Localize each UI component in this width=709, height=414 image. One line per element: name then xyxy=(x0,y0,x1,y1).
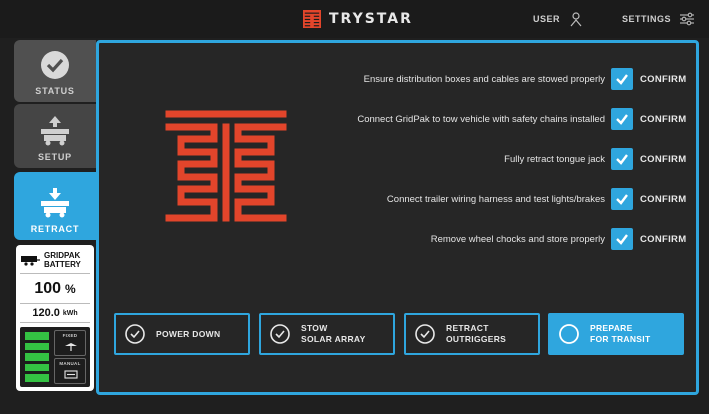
sidebar-item-label: RETRACT xyxy=(30,224,80,234)
checklist-item-text: Ensure distribution boxes and cables are… xyxy=(363,73,605,85)
gridpak-trailer-icon xyxy=(21,256,40,266)
confirm-label: CONFIRM xyxy=(640,153,687,165)
checklist-item: Ensure distribution boxes and cables are… xyxy=(364,68,693,90)
check-circle-icon xyxy=(41,51,69,79)
battery-level-bar xyxy=(25,363,49,372)
battery-energy-value: 120.0 xyxy=(32,307,60,319)
battery-percent: 100 % xyxy=(20,273,90,303)
confirm-checkbox[interactable] xyxy=(611,68,633,90)
checklist-item: Connect GridPak to tow vehicle with safe… xyxy=(357,108,693,130)
step-label: RETRACT OUTRIGGERS xyxy=(446,323,506,345)
mode-manual[interactable]: MANUAL xyxy=(54,358,86,384)
battery-level-bar xyxy=(25,332,49,340)
manual-mode-icon xyxy=(64,370,78,379)
top-right-controls: USER SETTINGS xyxy=(533,11,695,27)
checklist-item: Connect trailer wiring harness and test … xyxy=(387,188,693,210)
step-label-line2: OUTRIGGERS xyxy=(446,334,507,344)
brand-name: TRYSTAR xyxy=(329,11,413,27)
fixed-mount-icon xyxy=(65,343,77,351)
mode-label: FIXED xyxy=(62,333,78,338)
settings-label[interactable]: SETTINGS xyxy=(622,14,671,24)
user-label[interactable]: USER xyxy=(533,14,560,24)
battery-title: GRIDPAK BATTERY xyxy=(44,251,81,269)
battery-level-bars xyxy=(25,332,49,382)
retract-outriggers-button[interactable]: RETRACT OUTRIGGERS xyxy=(404,313,540,355)
sidebar-item-setup[interactable]: SETUP xyxy=(14,104,96,168)
battery-status-panel: FIXED MANUAL xyxy=(20,327,90,387)
battery-level-bar xyxy=(25,353,49,361)
battery-energy-unit: kWh xyxy=(62,309,78,317)
setup-trailer-icon xyxy=(41,116,69,146)
confirm-label: CONFIRM xyxy=(640,113,687,125)
user-icon[interactable] xyxy=(568,11,584,27)
sidebar: STATUS SETUP RETRACT GRIDPAK BATTERY 100… xyxy=(14,40,96,395)
step-label-line1: STOW xyxy=(301,323,328,333)
stow-solar-array-button[interactable]: STOW SOLAR ARRAY xyxy=(259,313,395,355)
battery-title-line1: GRIDPAK xyxy=(44,251,81,260)
confirm-checkbox[interactable] xyxy=(611,108,633,130)
trystar-logo-icon xyxy=(303,10,321,28)
retract-trailer-icon xyxy=(41,188,69,218)
battery-level-bar xyxy=(25,342,49,351)
sidebar-item-retract[interactable]: RETRACT xyxy=(14,172,96,240)
confirm-checkbox[interactable] xyxy=(611,228,633,250)
battery-percent-unit: % xyxy=(65,281,76,296)
prepare-for-transit-button[interactable]: PREPARE FOR TRANSIT xyxy=(548,313,684,355)
brand: TRYSTAR xyxy=(303,9,413,29)
sidebar-item-label: SETUP xyxy=(37,152,72,162)
checklist-item-text: Connect trailer wiring harness and test … xyxy=(386,193,605,205)
retract-steps: POWER DOWN STOW SOLAR ARRAY RETRACT OUTR… xyxy=(114,313,689,355)
checklist-item-text: Connect GridPak to tow vehicle with safe… xyxy=(357,113,605,125)
check-circle-outline-icon xyxy=(125,324,145,344)
confirm-label: CONFIRM xyxy=(640,73,687,85)
checklist-item: Fully retract tongue jack CONFIRM xyxy=(504,148,693,170)
battery-title-line2: BATTERY xyxy=(44,260,81,269)
step-label-line1: RETRACT xyxy=(446,323,489,333)
step-label: PREPARE FOR TRANSIT xyxy=(590,323,650,345)
battery-level-bar xyxy=(25,374,49,382)
mode-fixed[interactable]: FIXED xyxy=(54,330,86,356)
step-label: STOW SOLAR ARRAY xyxy=(301,323,366,345)
checkmark-icon xyxy=(616,194,628,205)
retract-panel: Ensure distribution boxes and cables are… xyxy=(96,40,699,395)
battery-energy: 120.0 kWh xyxy=(20,303,90,323)
step-label: POWER DOWN xyxy=(156,329,220,340)
confirm-checkbox[interactable] xyxy=(611,148,633,170)
sidebar-item-status[interactable]: STATUS xyxy=(14,40,96,102)
confirm-label: CONFIRM xyxy=(640,233,687,245)
step-label-line2: FOR TRANSIT xyxy=(590,334,651,344)
checkmark-icon xyxy=(616,154,628,165)
checkmark-icon xyxy=(616,234,628,245)
sidebar-item-label: STATUS xyxy=(35,86,75,96)
empty-circle-icon xyxy=(559,324,579,344)
step-label-line1: PREPARE xyxy=(590,323,633,333)
step-label-line1: POWER DOWN xyxy=(156,328,221,339)
check-circle-outline-icon xyxy=(415,324,435,344)
app-screen: TRYSTAR USER SETTINGS STATUS SETUP RETRA… xyxy=(0,0,709,414)
battery-percent-value: 100 xyxy=(34,279,62,297)
confirm-checkbox[interactable] xyxy=(611,188,633,210)
power-down-button[interactable]: POWER DOWN xyxy=(114,313,250,355)
sliders-icon[interactable] xyxy=(679,11,695,27)
step-label-line2: SOLAR ARRAY xyxy=(301,334,366,344)
trystar-large-logo-icon xyxy=(165,110,287,222)
battery-header: GRIDPAK BATTERY xyxy=(16,245,94,271)
checkmark-icon xyxy=(616,74,628,85)
checkmark-icon xyxy=(616,114,628,125)
check-circle-outline-icon xyxy=(270,324,290,344)
checklist-item-text: Remove wheel chocks and store properly xyxy=(430,233,605,245)
confirm-label: CONFIRM xyxy=(640,193,687,205)
checklist-item-text: Fully retract tongue jack xyxy=(504,153,605,165)
mode-label: MANUAL xyxy=(59,361,81,366)
checklist-item: Remove wheel chocks and store properly C… xyxy=(431,228,693,250)
top-bar: TRYSTAR USER SETTINGS xyxy=(0,0,709,38)
battery-card: GRIDPAK BATTERY 100 % 120.0 kWh FIXED MA… xyxy=(16,245,94,391)
